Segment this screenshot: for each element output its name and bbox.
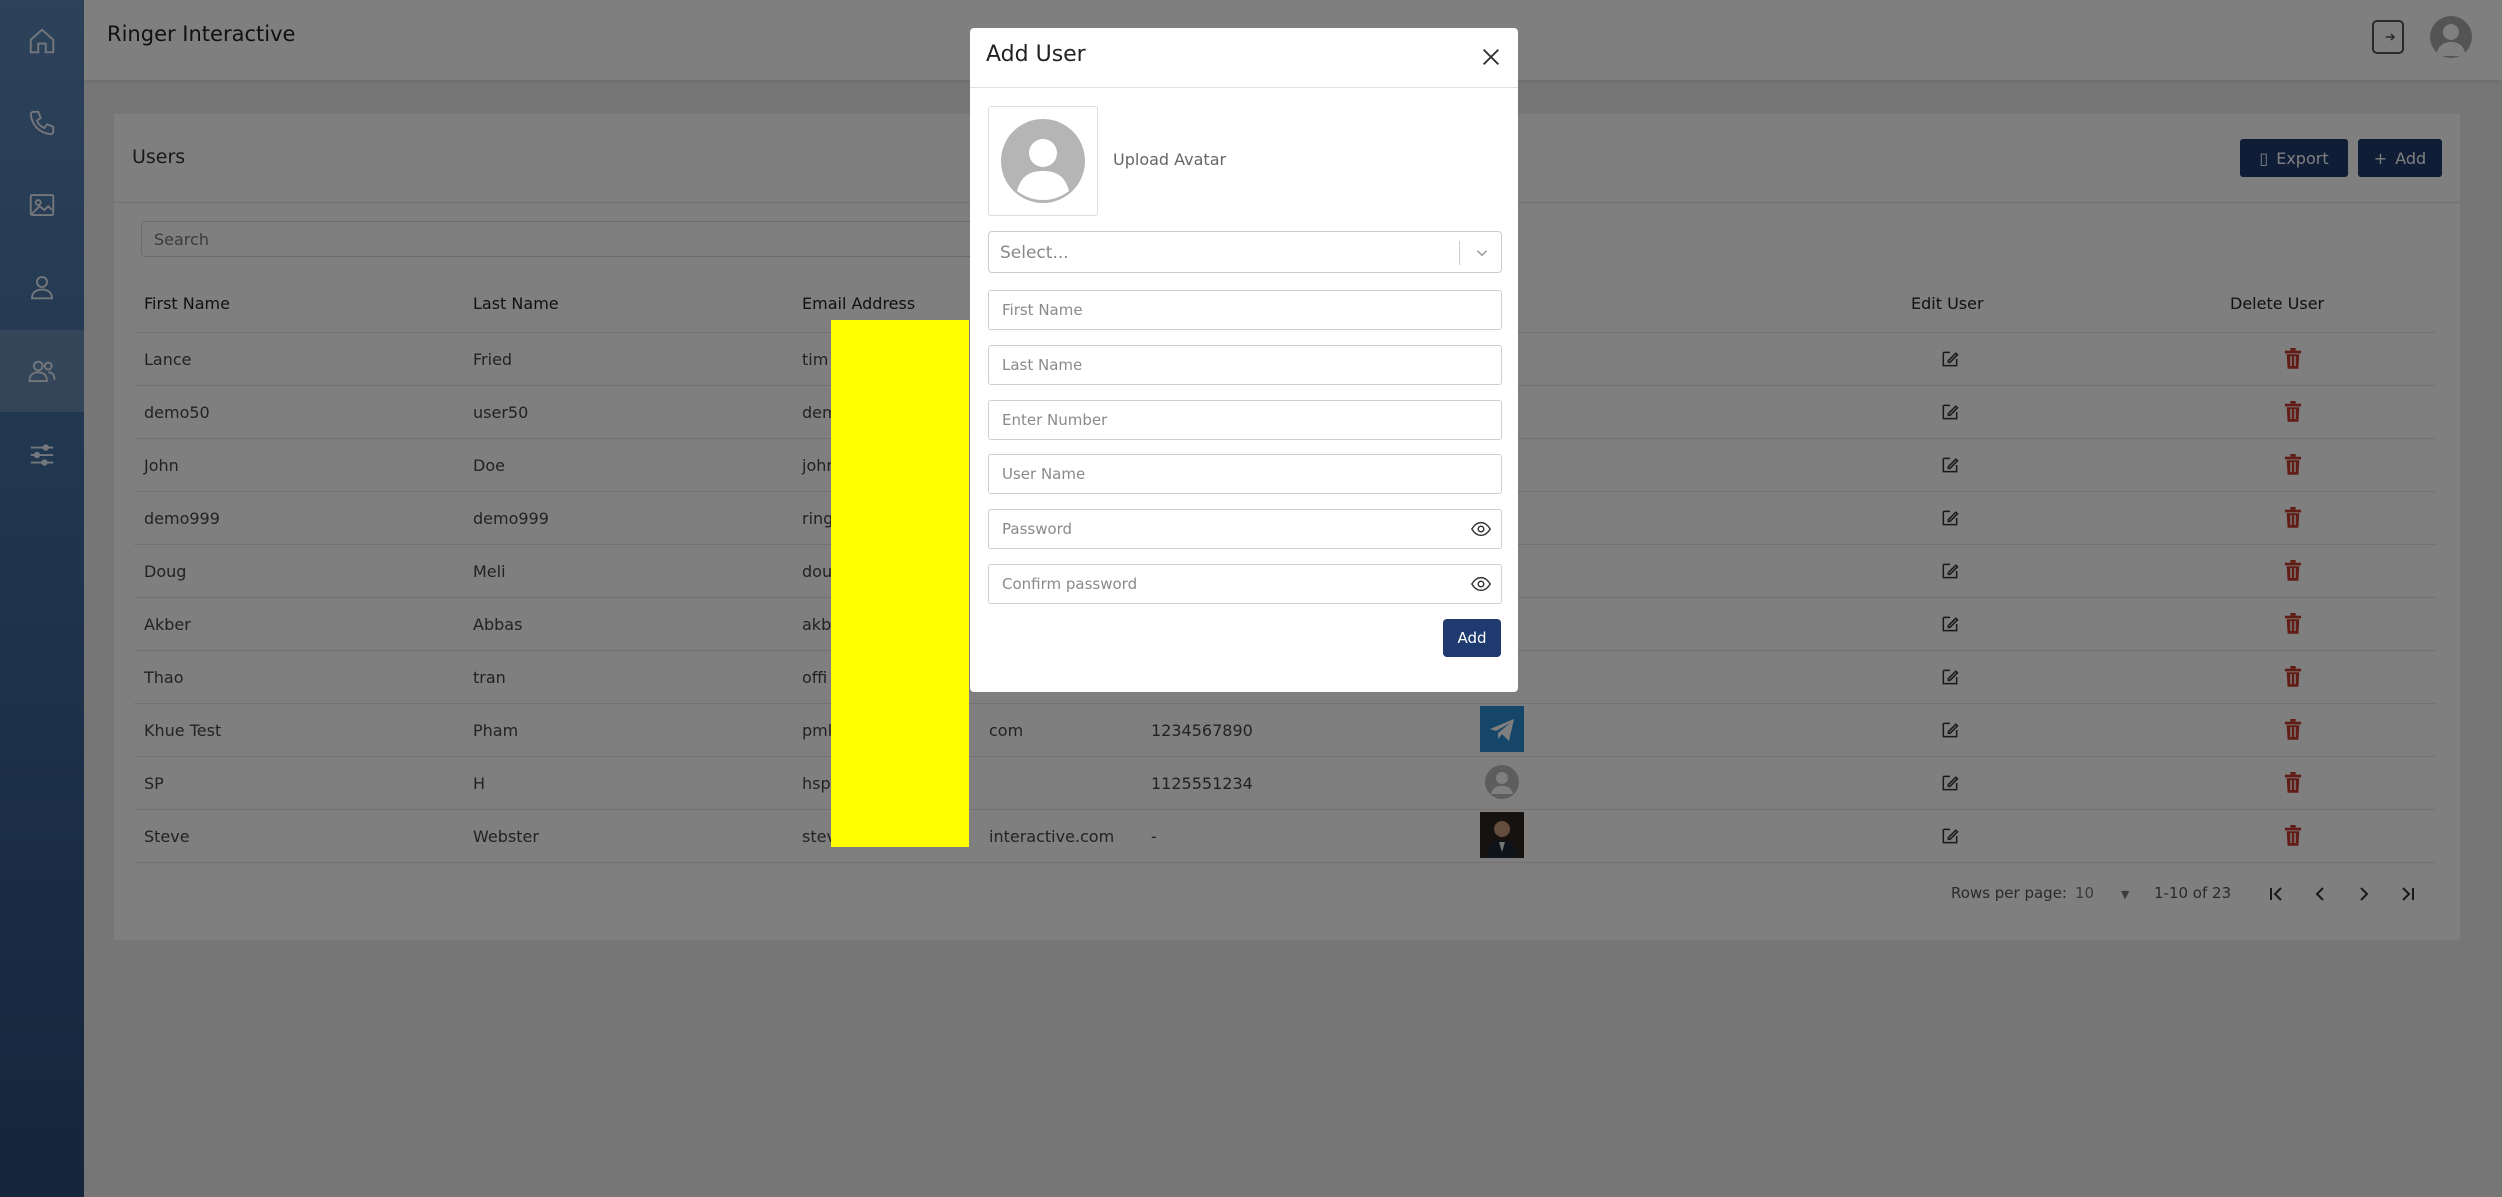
chevron-down-icon	[1476, 250, 1488, 257]
username-field[interactable]	[988, 454, 1502, 494]
eye-icon[interactable]	[1470, 573, 1492, 595]
password-field[interactable]	[988, 509, 1502, 549]
eye-icon[interactable]	[1470, 518, 1492, 540]
modal-divider	[970, 87, 1518, 88]
phone-number-field[interactable]	[988, 400, 1502, 440]
modal-title: Add User	[986, 42, 1086, 67]
last-name-field[interactable]	[988, 345, 1502, 385]
confirm-password-field[interactable]	[988, 564, 1502, 604]
first-name-field[interactable]	[988, 290, 1502, 330]
role-select[interactable]: Select...	[988, 231, 1502, 273]
upload-avatar-link[interactable]: Upload Avatar	[1113, 150, 1226, 169]
modal-add-button[interactable]: Add	[1443, 619, 1501, 657]
select-placeholder: Select...	[1000, 243, 1069, 263]
add-user-modal: Add User Upload Avatar Select... Add	[970, 28, 1518, 692]
close-icon[interactable]	[1480, 46, 1502, 68]
avatar-upload-box[interactable]	[988, 106, 1098, 216]
avatar-placeholder-icon	[1001, 119, 1085, 203]
redaction-block	[831, 320, 969, 847]
select-separator	[1459, 241, 1460, 265]
